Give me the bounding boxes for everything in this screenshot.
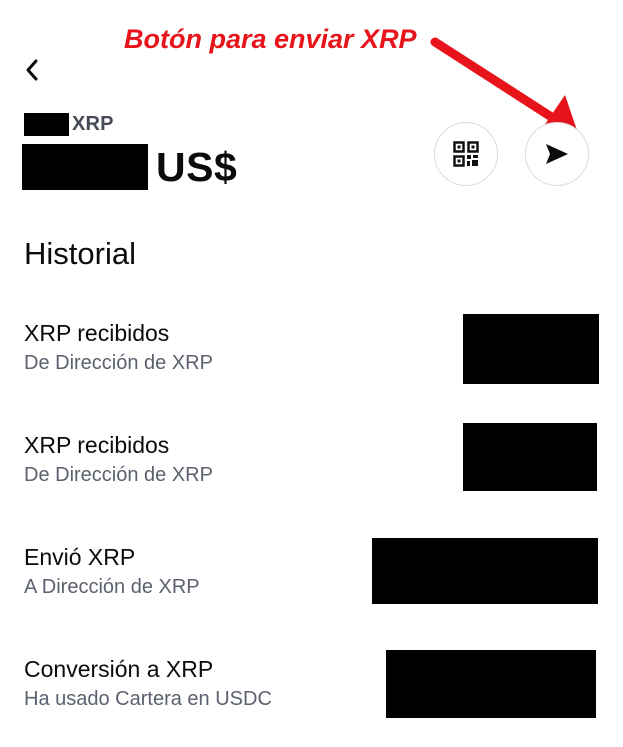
annotation-label: Botón para enviar XRP <box>124 24 417 54</box>
transaction-title: XRP recibidos <box>24 432 170 458</box>
asset-ticker-row: XRP <box>24 112 114 136</box>
transaction-subtitle: De Dirección de XRP <box>24 464 213 486</box>
redacted-amount <box>463 423 597 491</box>
transaction-subtitle: Ha usado Cartera en USDC <box>24 688 272 710</box>
redacted-amount <box>372 538 598 604</box>
redacted-amount <box>463 314 599 384</box>
send-icon <box>546 144 568 164</box>
redacted-asset-icon <box>24 112 69 136</box>
transaction-title: Conversión a XRP <box>24 656 214 682</box>
transaction-title: Envió XRP <box>24 544 136 570</box>
back-button[interactable] <box>18 54 46 86</box>
redacted-amount <box>386 650 596 718</box>
send-xrp-button[interactable] <box>525 122 589 186</box>
qr-code-icon <box>453 141 479 167</box>
history-title: Historial <box>24 236 136 271</box>
redacted-balance <box>22 144 148 190</box>
transaction-subtitle: De Dirección de XRP <box>24 352 213 374</box>
list-item[interactable]: XRP recibidos De Dirección de XRP <box>0 422 623 494</box>
balance-currency: US$ <box>156 143 238 190</box>
list-item[interactable]: Conversión a XRP Ha usado Cartera en USD… <box>0 648 623 720</box>
list-item[interactable]: Envió XRP A Dirección de XRP <box>0 537 623 609</box>
balance-row: US$ <box>22 143 237 191</box>
asset-ticker: XRP <box>72 112 114 135</box>
transaction-title: XRP recibidos <box>24 320 170 346</box>
transaction-subtitle: A Dirección de XRP <box>24 576 200 598</box>
receive-qr-button[interactable] <box>434 122 498 186</box>
list-item[interactable]: XRP recibidos De Dirección de XRP <box>0 314 623 386</box>
chevron-left-icon <box>26 59 38 81</box>
